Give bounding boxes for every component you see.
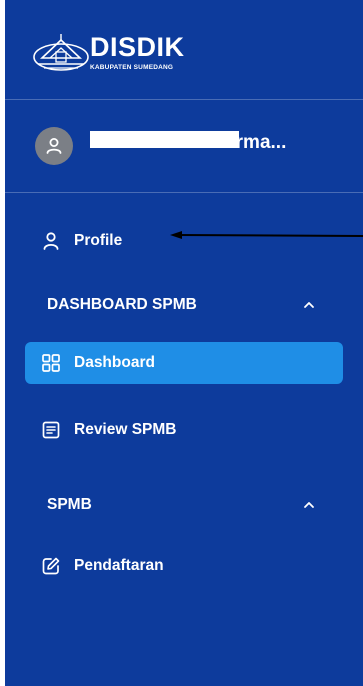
section-title: SPMB bbox=[47, 496, 92, 513]
nav-item-dashboard[interactable]: Dashboard bbox=[25, 342, 343, 384]
disdik-emblem-icon bbox=[33, 34, 89, 71]
edit-square-icon bbox=[42, 557, 60, 575]
chevron-up-icon[interactable] bbox=[301, 297, 317, 313]
user-outline-icon bbox=[43, 232, 59, 250]
avatar[interactable] bbox=[35, 127, 73, 165]
section-header-spmb[interactable]: SPMB bbox=[25, 487, 343, 523]
nav-item-pendaftaran[interactable]: Pendaftaran bbox=[25, 545, 343, 587]
nav-item-review-spmb[interactable]: Review SPMB bbox=[25, 409, 343, 451]
review-list-icon bbox=[42, 421, 60, 439]
nav-item-profile[interactable]: Profile bbox=[25, 220, 343, 262]
chevron-up-icon[interactable] bbox=[301, 497, 317, 513]
nav-item-label: Profile bbox=[74, 232, 123, 249]
section-title: DASHBOARD SPMB bbox=[47, 296, 197, 313]
sidebar: DISDIK KABUPATEN SUMEDANG Alika Ghania H… bbox=[5, 0, 363, 686]
section-header-dashboard-spmb[interactable]: DASHBOARD SPMB bbox=[25, 287, 343, 323]
user-icon bbox=[46, 138, 62, 154]
dashboard-grid-icon bbox=[42, 354, 60, 372]
nav-item-label: Review SPMB bbox=[74, 421, 177, 438]
nav-item-label: Dashboard bbox=[74, 354, 155, 371]
brand-title: DISDIK bbox=[90, 32, 185, 62]
brand-header: DISDIK KABUPATEN SUMEDANG bbox=[5, 0, 363, 100]
annotation-arrow-icon bbox=[170, 231, 363, 239]
redaction-box bbox=[90, 131, 239, 148]
nav-item-label: Pendaftaran bbox=[74, 557, 164, 574]
user-profile-summary[interactable]: Alika Ghania Herma... bbox=[5, 100, 363, 193]
brand-subtitle: KABUPATEN SUMEDANG bbox=[90, 64, 174, 71]
